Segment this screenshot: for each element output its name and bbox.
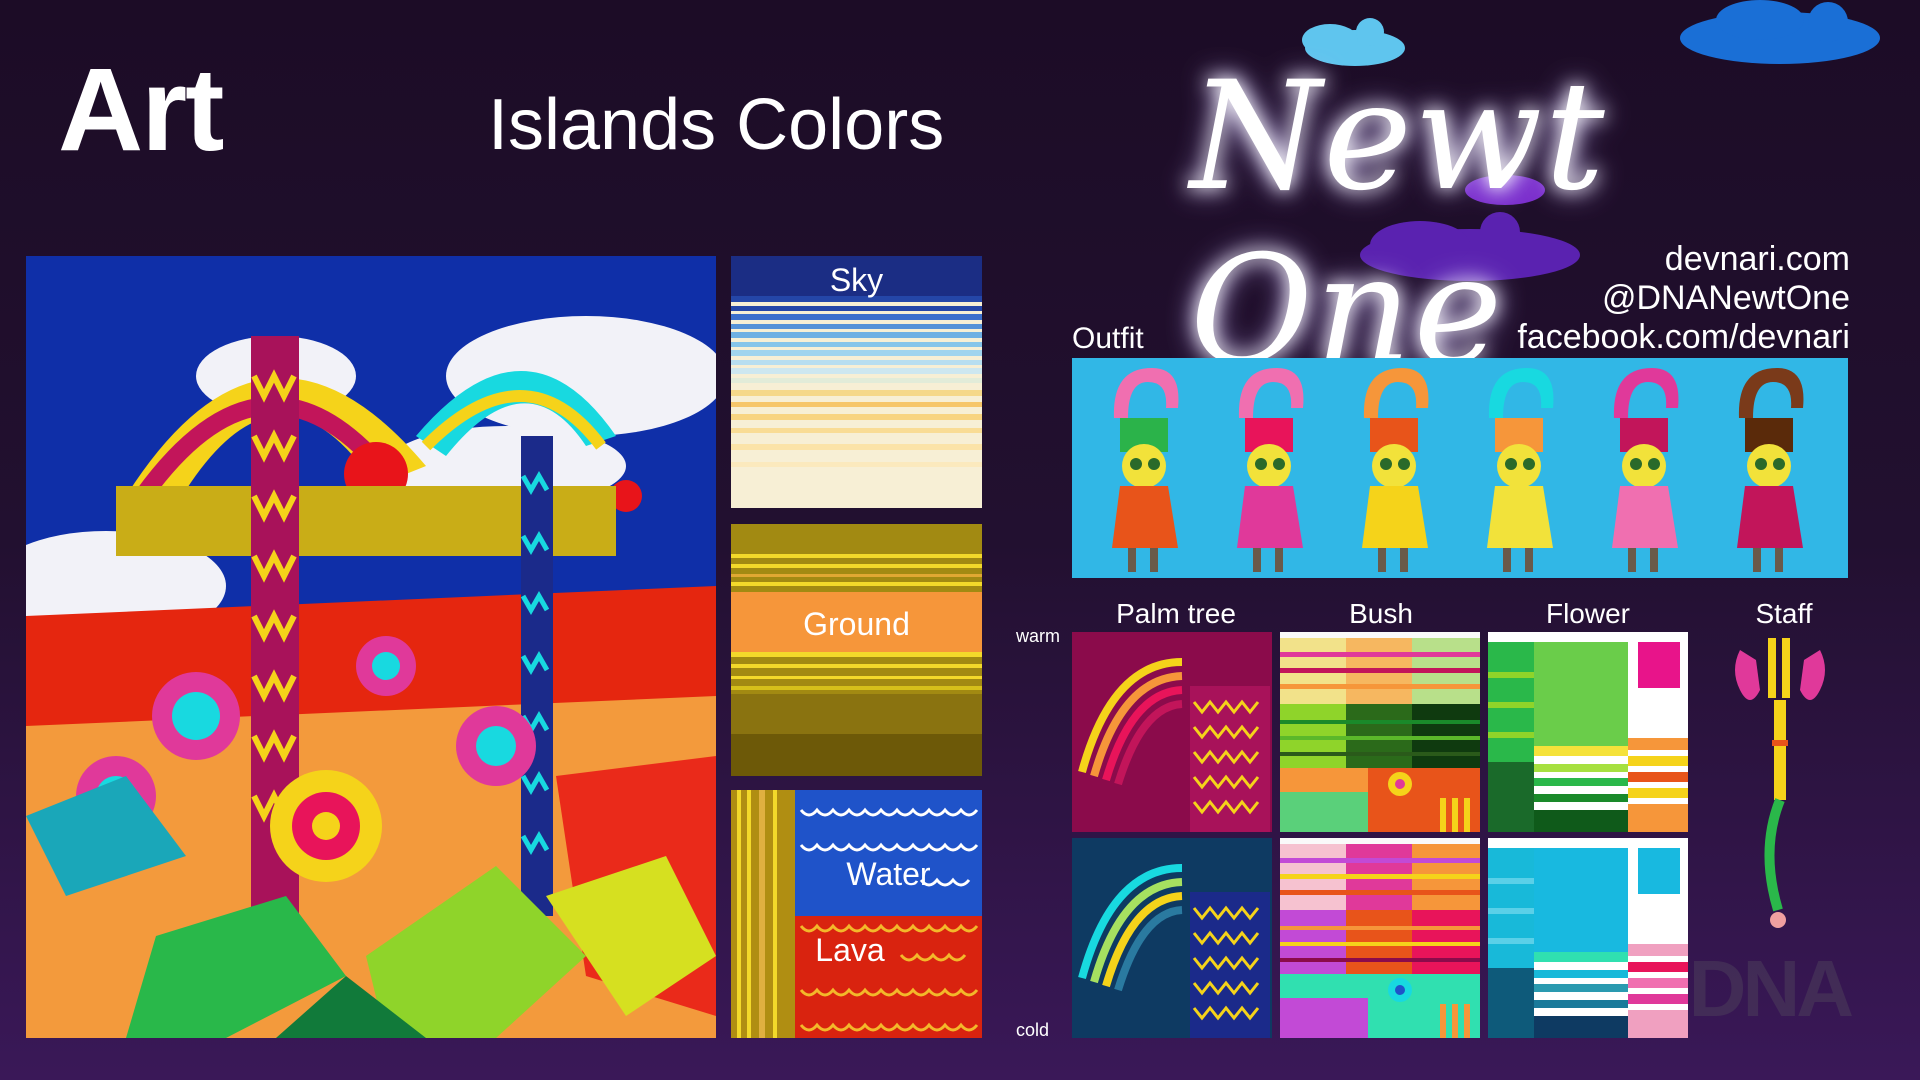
outfit-panel [1072,358,1848,578]
palm-tree-label: Palm tree [1116,598,1236,629]
contact-links: devnari.com @DNANewtOne facebook.com/dev… [1517,240,1850,357]
staff-texture [1735,638,1825,928]
outfit-variant-3 [1362,368,1429,572]
water-lava-stripes [731,790,982,1038]
water-lava-swatch: Water Lava [731,790,982,1038]
bush-label: Bush [1349,598,1413,629]
bush-warm-texture [1280,632,1480,832]
island-scene-image [26,256,716,1038]
outfit-variant-6 [1737,368,1804,572]
page-subtitle: Islands Colors [488,85,945,165]
cold-label: cold [1016,1020,1050,1040]
sky-label: Sky [829,262,884,298]
lava-label: Lava [815,932,885,968]
ground-label: Ground [803,606,910,642]
warm-label: warm [1016,626,1060,646]
website-link[interactable]: devnari.com [1517,240,1850,279]
outfit-variant-4 [1487,368,1554,572]
palm-tree-cold-texture [1072,838,1272,1038]
palm-tree-warm-texture [1072,632,1272,832]
flower-label: Flower [1545,598,1630,629]
outfit-variant-1 [1112,368,1179,572]
twitter-handle[interactable]: @DNANewtOne [1517,279,1850,318]
flower-warm-texture [1488,632,1688,832]
outfit-variant-2 [1237,368,1304,572]
facebook-link[interactable]: facebook.com/devnari [1517,318,1850,357]
page-title: Art [58,44,224,176]
staff-label: Staff [1755,598,1813,629]
water-label: Water [846,856,931,892]
outfit-characters [1112,368,1804,572]
bush-cold-texture [1280,838,1480,1038]
sky-swatch: Sky [731,256,982,508]
outfit-variant-5 [1612,368,1679,572]
ground-swatch: Ground [731,524,982,776]
dna-watermark-logo: DNA [1688,944,1854,1033]
flower-cold-texture [1488,838,1688,1038]
outfit-label: Outfit [1072,322,1144,355]
ground-stripes [731,524,982,776]
